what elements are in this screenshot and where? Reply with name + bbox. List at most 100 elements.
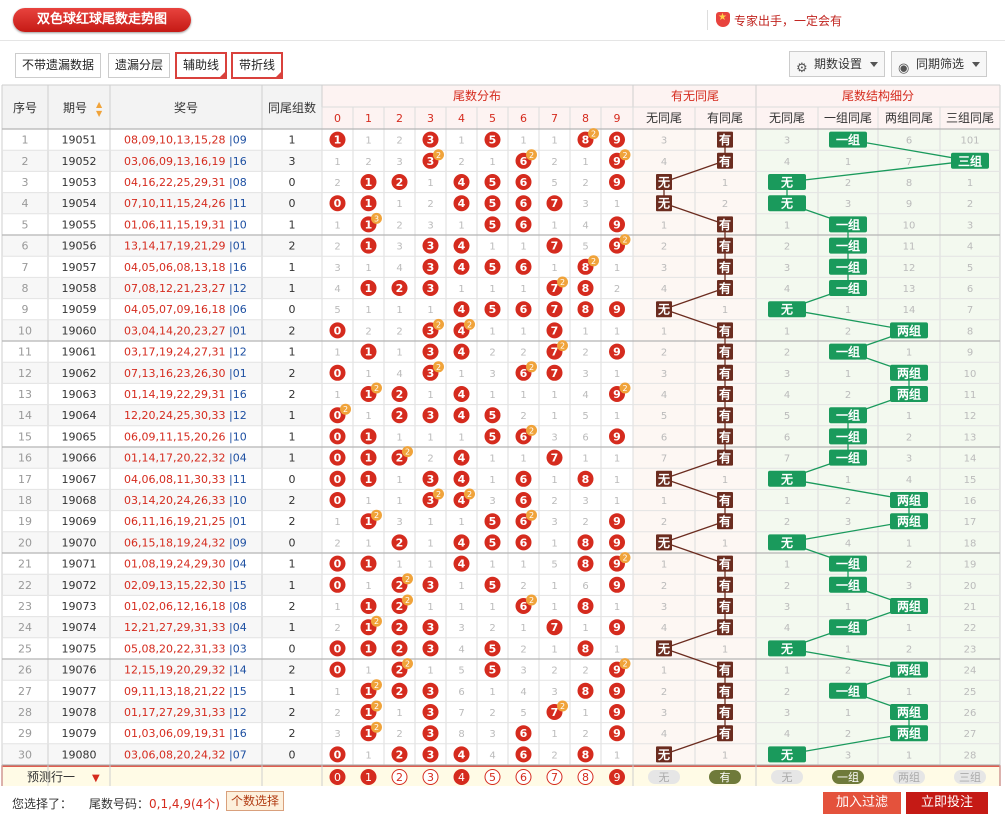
miss-count: 3 [334,729,340,740]
bet-now-button[interactable]: 立即投注 [906,792,988,814]
miss-count: 1 [661,326,667,337]
multi-badge-count: 2 [529,511,534,520]
miss-count: 4 [489,750,495,761]
miss-count: 5 [520,708,526,719]
miss-count: 1 [427,602,433,613]
miss-count: 1 [784,220,790,231]
add-filter-button[interactable]: 加入过滤 [823,792,901,814]
tail-ball-number: 1 [365,558,373,571]
prize-header: 奖号 [174,101,198,115]
tail-ball-number: 2 [396,664,404,677]
row-red-balls: 04,16,22,25,29,31 [124,176,225,189]
miss-count: 1 [551,581,557,592]
miss-count: 4 [661,284,667,295]
multi-badge-count: 2 [622,151,627,160]
miss-count: 4 [906,475,912,486]
row-issue: 19077 [62,685,97,698]
miss-count: 1 [520,326,526,337]
miss-count: 9 [906,199,912,210]
sort-up-icon[interactable]: ▲ [96,100,103,109]
row-issue: 19063 [62,388,97,401]
tail-ball-number: 7 [551,324,559,337]
struct-mark: 两组 [897,705,921,720]
tail-ball-number: 8 [582,473,590,486]
tail-ball-number: 2 [396,642,404,655]
miss-count: 1 [365,750,371,761]
miss-count: 4 [784,390,790,401]
chevron-down-icon[interactable]: ▼ [92,773,100,784]
miss-count: 2 [784,242,790,253]
miss-count: 1 [334,390,340,401]
miss-count: 2 [582,348,588,359]
miss-count: 2 [845,178,851,189]
miss-count: 3 [551,687,557,698]
row-blue-ball: |01 [229,515,247,528]
row-red-balls: 07,13,16,23,26,30 [124,367,225,380]
tail-ball-number: 3 [427,748,435,761]
row-red-balls: 01,14,19,22,29,31 [124,388,225,401]
tail-ball-number: 2 [396,536,404,549]
tail-ball-number: 8 [582,303,590,316]
row-seq: 26 [18,664,32,677]
miss-count: 1 [845,475,851,486]
tail-ball-number: 0 [334,452,342,465]
miss-count: 1 [784,560,790,571]
predict-digit-label: 1 [365,771,372,784]
row-same-tail: 1 [289,346,296,359]
miss-count: 1 [614,326,620,337]
miss-count: 1 [458,369,464,380]
miss-count: 3 [551,517,557,528]
has-same-mark: 有 [719,344,731,359]
has-same-header: 有无同尾 [671,89,719,103]
tail-ball-number: 5 [489,515,497,528]
row-same-tail: 2 [289,240,296,253]
miss-count: 19 [964,560,977,571]
tail-ball-number: 3 [427,367,435,380]
tail-ball-number: 5 [489,664,497,677]
tail-ball-number: 5 [489,218,497,231]
miss-count: 1 [845,369,851,380]
row-same-tail: 0 [289,748,296,761]
struct-mark: 两组 [897,662,921,677]
miss-count: 3 [489,729,495,740]
miss-count: 1 [365,136,371,147]
row-blue-ball: |11 [229,197,247,210]
struct-mark: 无 [780,472,793,486]
row-seq: 3 [22,176,29,189]
miss-count: 2 [906,432,912,443]
predict-label: 预测行一 [27,770,75,784]
row-blue-ball: |16 [229,261,247,274]
tail-ball-number: 7 [551,197,559,210]
miss-count: 1 [845,708,851,719]
predict-digit-label: 9 [614,771,621,784]
miss-count: 8 [906,178,912,189]
miss-count: 1 [845,602,851,613]
miss-count: 2 [845,496,851,507]
miss-count: 8 [458,729,464,740]
count-select-button[interactable]: 个数选择 [226,791,285,811]
miss-count: 1 [661,666,667,677]
add-filter-label: 加入过滤 [835,795,888,810]
multi-badge-count: 2 [529,151,534,160]
row-issue: 19064 [62,409,97,422]
multi-badge-count: 2 [436,320,441,329]
multi-badge-count: 2 [560,702,565,711]
sort-down-icon[interactable]: ▼ [96,109,103,118]
row-issue: 19058 [62,282,97,295]
struct-mark: 无 [780,176,793,190]
row-red-balls: 12,15,19,20,29,32 [124,664,225,677]
row-seq: 23 [18,600,32,613]
row-red-balls: 04,05,06,08,13,18 [124,261,225,274]
miss-count: 1 [906,623,912,634]
row-same-tail: 2 [289,727,296,740]
miss-count: 2 [489,348,495,359]
miss-count: 1 [520,560,526,571]
tail-ball-number: 3 [427,324,435,337]
miss-count: 1 [489,475,495,486]
has-same-mark: 有 [719,281,731,296]
tail-dist-header: 尾数分布 [453,88,501,103]
miss-count: 1 [722,538,728,549]
digit-header: 6 [520,112,527,125]
tail-ball-number: 8 [582,558,590,571]
miss-count: 1 [489,242,495,253]
